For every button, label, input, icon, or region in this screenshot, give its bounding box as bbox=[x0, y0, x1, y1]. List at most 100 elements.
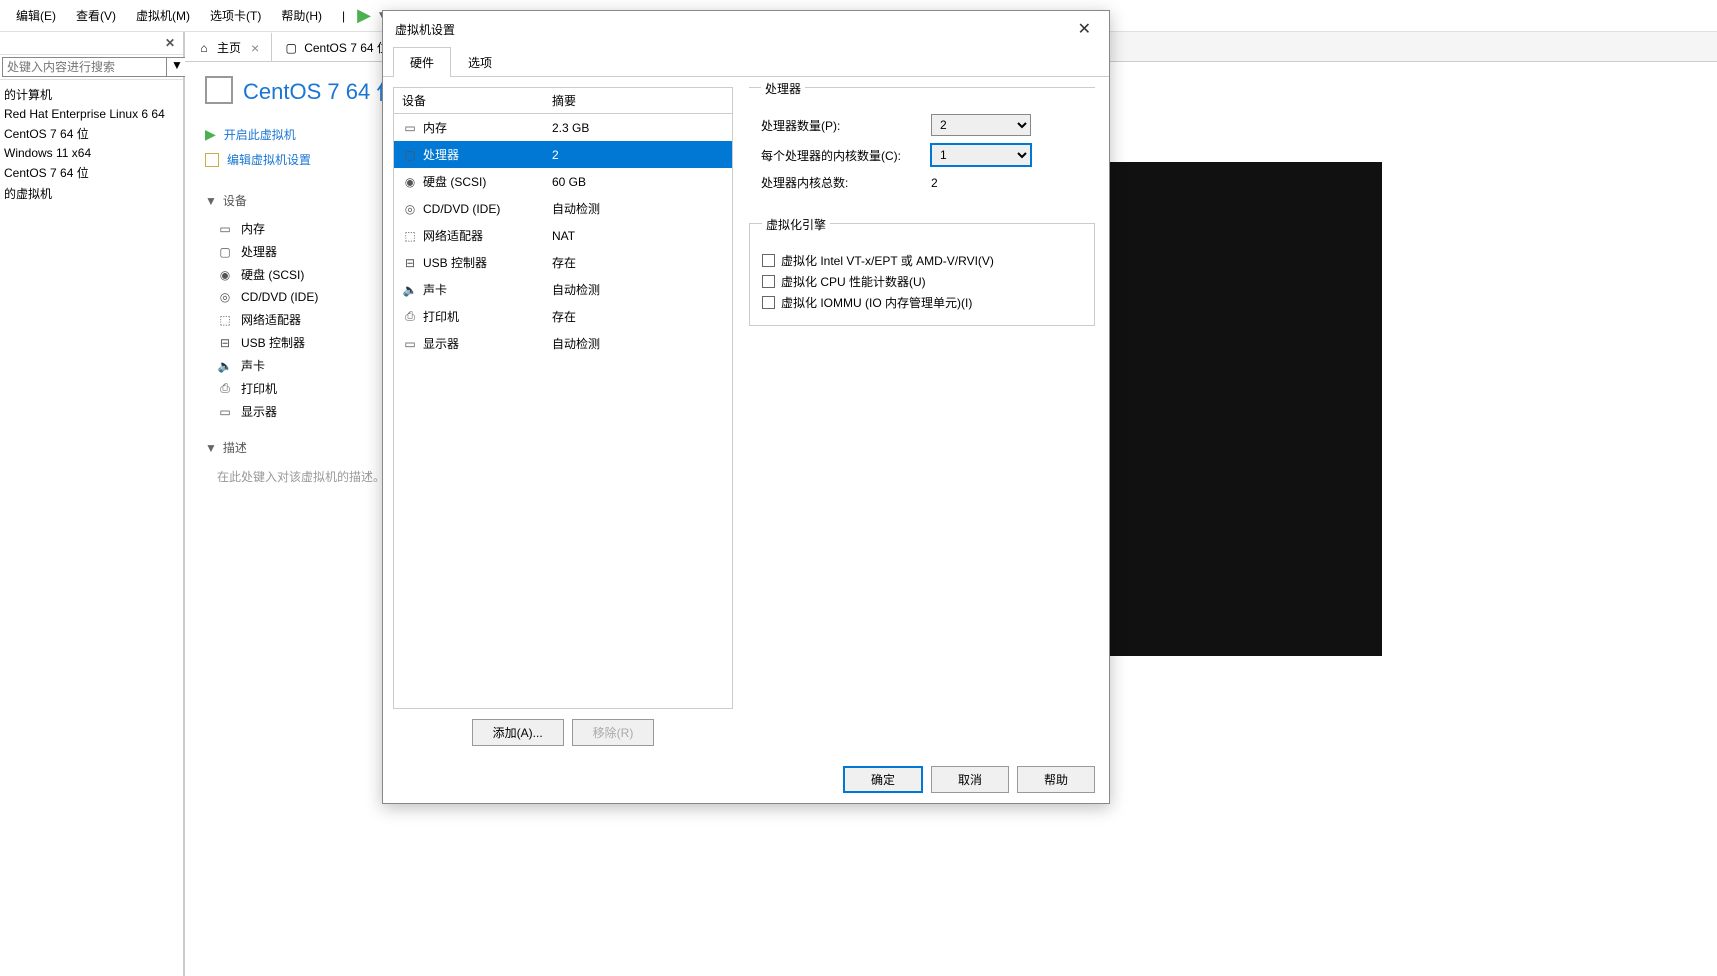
device-name: 打印机 bbox=[423, 308, 459, 325]
collapse-icon: ▼ bbox=[205, 194, 217, 208]
display-icon: ▭ bbox=[402, 336, 418, 352]
device-summary: 60 GB bbox=[544, 169, 732, 194]
tab-home[interactable]: ⌂ 主页 × bbox=[185, 32, 272, 61]
device-summary: 2.3 GB bbox=[544, 115, 732, 140]
iommu-checkbox-row[interactable]: 虚拟化 IOMMU (IO 内存管理单元)(I) bbox=[762, 292, 1082, 313]
remove-button: 移除(R) bbox=[572, 719, 655, 746]
device-name: 网络适配器 bbox=[423, 227, 483, 244]
vtx-checkbox-row[interactable]: 虚拟化 Intel VT-x/EPT 或 AMD-V/RVI(V) bbox=[762, 250, 1082, 271]
device-summary: 存在 bbox=[544, 250, 732, 275]
printer-icon: ⎙ bbox=[402, 309, 418, 325]
cpu-perf-checkbox-row[interactable]: 虚拟化 CPU 性能计数器(U) bbox=[762, 271, 1082, 292]
device-name: 声卡 bbox=[241, 357, 265, 374]
collapse-icon: ▼ bbox=[205, 441, 217, 455]
vm-settings-dialog: 虚拟机设置 ✕ 硬件 选项 设备 摘要 ▭内存 2.3 GB ▢处理器 2 ◉硬… bbox=[382, 10, 1110, 804]
device-name: USB 控制器 bbox=[423, 254, 487, 271]
cores-select[interactable]: 1 bbox=[931, 144, 1031, 166]
proc-count-select[interactable]: 2 bbox=[931, 114, 1031, 136]
vm-title-icon bbox=[205, 76, 233, 104]
dialog-titlebar: 虚拟机设置 ✕ bbox=[383, 11, 1109, 47]
cores-label: 每个处理器的内核数量(C): bbox=[761, 147, 931, 164]
dialog-close-icon[interactable]: ✕ bbox=[1072, 17, 1097, 41]
proc-count-label: 处理器数量(P): bbox=[761, 117, 931, 134]
tree-item[interactable]: CentOS 7 64 位 bbox=[0, 123, 183, 144]
disk-icon: ◉ bbox=[402, 174, 418, 190]
device-row[interactable]: ⬚ 网络适配器 NAT bbox=[394, 222, 732, 249]
vm-tree: 的计算机 Red Hat Enterprise Linux 6 64 CentO… bbox=[0, 80, 183, 208]
device-name: 网络适配器 bbox=[241, 311, 301, 328]
total-value: 2 bbox=[931, 176, 938, 190]
device-name: 内存 bbox=[241, 220, 265, 237]
device-table: 设备 摘要 ▭内存 2.3 GB ▢处理器 2 ◉硬盘 (SCSI) 60 GB… bbox=[393, 87, 733, 709]
checkbox-label: 虚拟化 CPU 性能计数器(U) bbox=[781, 273, 926, 290]
sidebar-close-icon[interactable]: ✕ bbox=[159, 34, 181, 52]
usb-icon: ⊟ bbox=[402, 255, 418, 271]
tree-item[interactable]: 的虚拟机 bbox=[0, 183, 183, 204]
checkbox-icon[interactable] bbox=[762, 254, 775, 267]
add-button[interactable]: 添加(A)... bbox=[472, 719, 564, 746]
cancel-button[interactable]: 取消 bbox=[931, 766, 1009, 793]
device-row[interactable]: ▭ 内存 2.3 GB bbox=[394, 114, 732, 141]
device-name: 打印机 bbox=[241, 380, 277, 397]
menu-help[interactable]: 帮助(H) bbox=[273, 3, 330, 28]
device-row[interactable]: ⎙打印机 存在 bbox=[394, 303, 732, 330]
usb-icon: ⊟ bbox=[217, 335, 233, 351]
device-name: 处理器 bbox=[423, 146, 459, 163]
device-row[interactable]: ◎CD/DVD (IDE) 自动检测 bbox=[394, 195, 732, 222]
device-name: 内存 bbox=[423, 119, 447, 136]
col-device: 设备 bbox=[394, 88, 544, 113]
play-icon: ▶ bbox=[205, 126, 216, 143]
menu-view[interactable]: 查看(V) bbox=[68, 3, 124, 28]
tree-item[interactable]: Red Hat Enterprise Linux 6 64 bbox=[0, 105, 183, 123]
tree-item[interactable]: 的计算机 bbox=[0, 84, 183, 105]
play-icon[interactable]: ▶ bbox=[357, 5, 371, 26]
action-label: 开启此虚拟机 bbox=[224, 126, 296, 143]
device-summary: 自动检测 bbox=[544, 277, 732, 302]
network-icon: ⬚ bbox=[217, 312, 233, 328]
tab-label: 主页 bbox=[217, 39, 241, 56]
ok-button[interactable]: 确定 bbox=[843, 766, 923, 793]
tab-close-icon[interactable]: × bbox=[251, 40, 259, 56]
tab-label: CentOS 7 64 位 bbox=[304, 39, 389, 56]
printer-icon: ⎙ bbox=[217, 381, 233, 397]
section-title: 描述 bbox=[223, 439, 247, 456]
device-summary: NAT bbox=[544, 223, 732, 248]
device-row[interactable]: ▭显示器 自动检测 bbox=[394, 330, 732, 357]
device-row[interactable]: 🔈声卡 自动检测 bbox=[394, 276, 732, 303]
menu-tabs[interactable]: 选项卡(T) bbox=[202, 3, 269, 28]
dialog-title: 虚拟机设置 bbox=[395, 21, 455, 38]
checkbox-icon[interactable] bbox=[762, 275, 775, 288]
device-name: 显示器 bbox=[241, 403, 277, 420]
device-summary: 2 bbox=[544, 142, 732, 167]
menu-edit[interactable]: 编辑(E) bbox=[8, 3, 64, 28]
group-title: 虚拟化引擎 bbox=[762, 216, 830, 233]
device-name: 硬盘 (SCSI) bbox=[423, 173, 486, 190]
device-row[interactable]: ▢处理器 2 bbox=[394, 141, 732, 168]
memory-icon: ▭ bbox=[217, 221, 233, 237]
device-name: 显示器 bbox=[423, 335, 459, 352]
checkbox-icon[interactable] bbox=[762, 296, 775, 309]
display-icon: ▭ bbox=[217, 404, 233, 420]
network-icon: ⬚ bbox=[402, 228, 418, 244]
tree-item[interactable]: CentOS 7 64 位 bbox=[0, 162, 183, 183]
tab-options[interactable]: 选项 bbox=[451, 47, 509, 77]
menu-vm[interactable]: 虚拟机(M) bbox=[128, 3, 198, 28]
cd-icon: ◎ bbox=[217, 289, 233, 305]
device-name: 处理器 bbox=[241, 243, 277, 260]
tree-item[interactable]: Windows 11 x64 bbox=[0, 144, 183, 162]
dialog-tabs: 硬件 选项 bbox=[383, 47, 1109, 77]
virtualization-engine-group: 虚拟化引擎 虚拟化 Intel VT-x/EPT 或 AMD-V/RVI(V) … bbox=[749, 223, 1095, 326]
library-sidebar: ✕ ▼ 的计算机 Red Hat Enterprise Linux 6 64 C… bbox=[0, 32, 185, 976]
vm-icon: ▢ bbox=[284, 41, 298, 55]
device-row[interactable]: ⊟ USB 控制器 存在 bbox=[394, 249, 732, 276]
vm-title: CentOS 7 64 位 bbox=[243, 74, 398, 106]
action-label: 编辑虚拟机设置 bbox=[227, 151, 311, 168]
tab-hardware[interactable]: 硬件 bbox=[393, 47, 451, 77]
device-name: CD/DVD (IDE) bbox=[241, 290, 318, 304]
vm-preview-thumbnail bbox=[1110, 162, 1382, 656]
device-row[interactable]: ◉ 硬盘 (SCSI) 60 GB bbox=[394, 168, 732, 195]
memory-icon: ▭ bbox=[402, 120, 418, 136]
section-title: 设备 bbox=[223, 192, 247, 209]
search-input[interactable] bbox=[2, 57, 167, 77]
help-button[interactable]: 帮助 bbox=[1017, 766, 1095, 793]
